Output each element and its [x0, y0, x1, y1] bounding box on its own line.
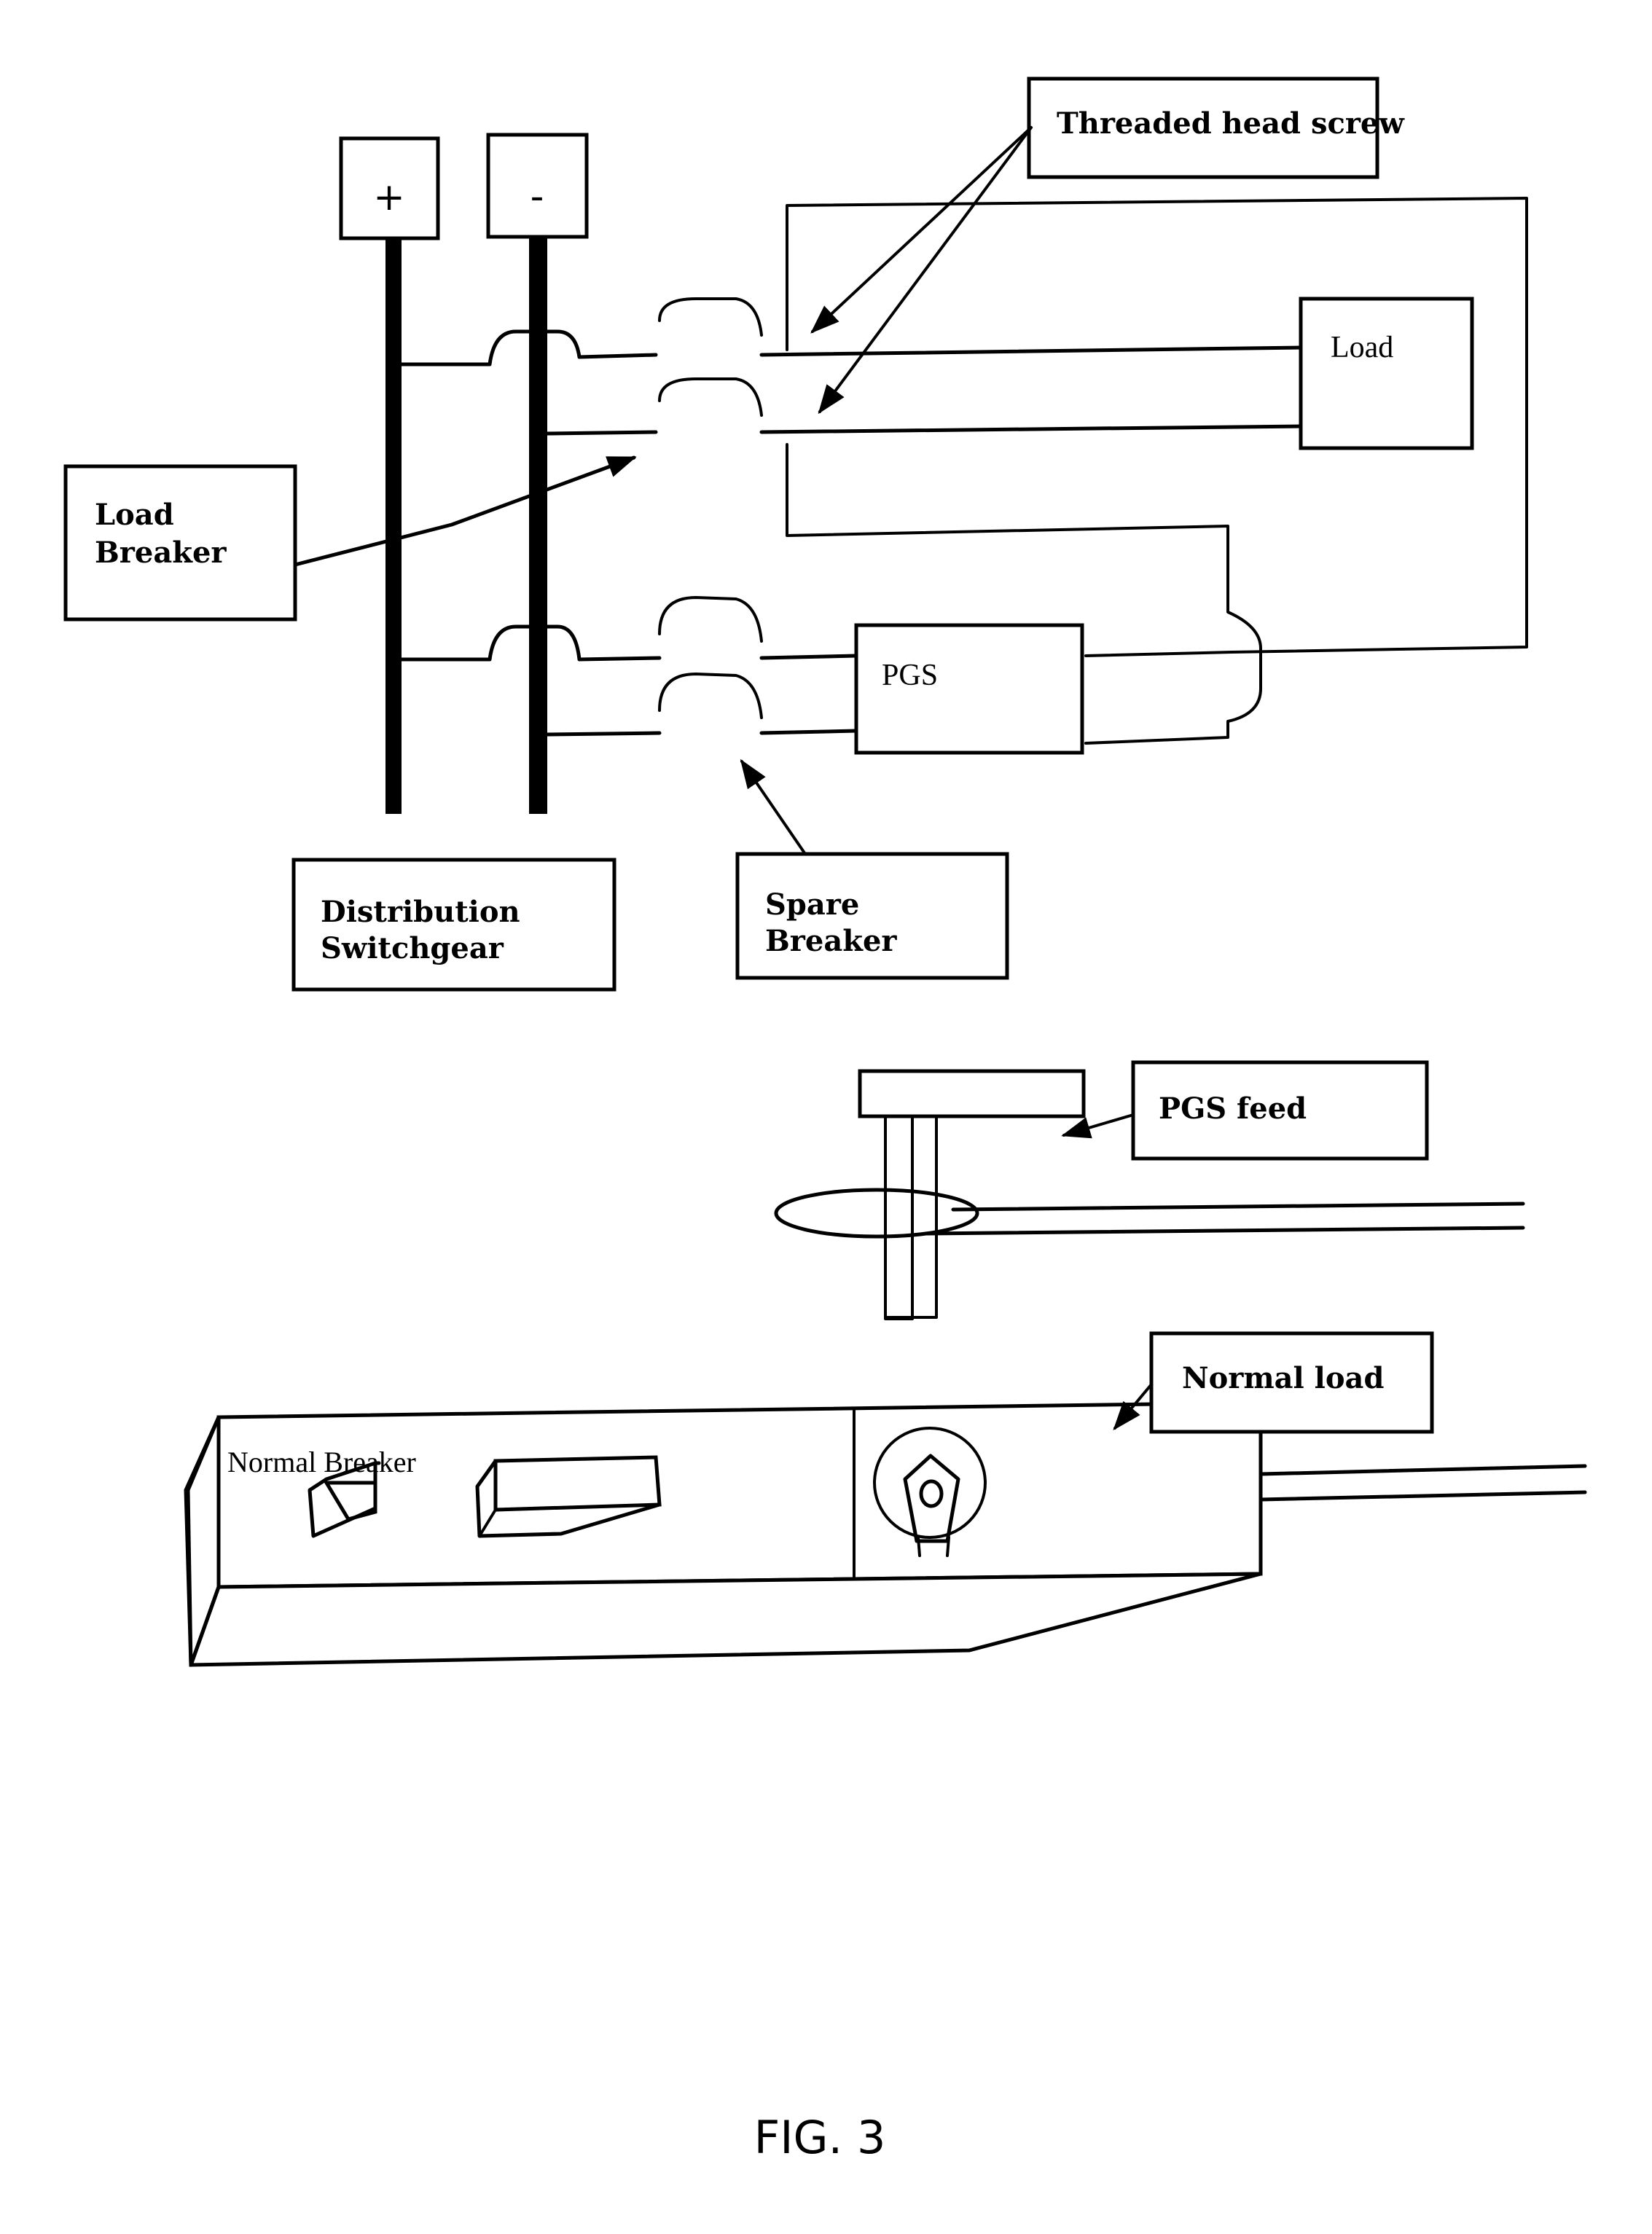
- pgs-label: PGS: [882, 659, 938, 692]
- feed-ring-terminal: [774, 1188, 979, 1239]
- spare-breaker-label-line1: Spare: [765, 887, 859, 922]
- normal-load-label: Normal load: [1182, 1361, 1384, 1395]
- load-breaker-label-line1: Load: [95, 498, 174, 532]
- load-breaker-arrow: [293, 455, 637, 567]
- load-cable-bottom: [1258, 1490, 1587, 1502]
- load-breaker-contact-2: [658, 377, 763, 417]
- distribution-switchgear-line2: Switchgear: [321, 931, 504, 965]
- load-line-positive-out: [759, 345, 1303, 357]
- figure-caption: FIG. 3: [754, 2111, 886, 2164]
- plus-symbol: +: [373, 176, 405, 219]
- feed-cable-bottom: [923, 1226, 1525, 1236]
- spare-breaker-arrow: [740, 759, 807, 855]
- load-breaker-label-line2: Breaker: [95, 536, 227, 570]
- pgs-feed-detail: PGS feed: [774, 1060, 1525, 1320]
- spare-breaker-contact-2: [658, 673, 763, 719]
- negative-terminal: -: [486, 133, 589, 814]
- spare-line-negative: [545, 731, 662, 737]
- patent-figure: + - Load PGS Threaded head screw Load Br…: [63, 77, 1587, 2164]
- positive-busbar: [385, 238, 402, 814]
- feed-cable-top: [951, 1202, 1525, 1212]
- pgs-feed-label: PGS feed: [1159, 1091, 1307, 1126]
- breaker-toggle-top: [493, 1455, 662, 1512]
- load-cable-top: [1258, 1464, 1587, 1476]
- pgs-return-line: [1084, 651, 1233, 657]
- load-line-positive: [399, 329, 658, 367]
- threaded-screw-arrow-2: [818, 126, 1033, 415]
- spare-line-positive-out: [759, 654, 858, 660]
- threaded-head-screw-label: Threaded head screw: [1057, 106, 1405, 141]
- load-box: [1299, 297, 1474, 450]
- feed-bolt-head: [858, 1069, 1086, 1118]
- spare-breaker-contact-1: [658, 596, 763, 643]
- load-line-negative: [545, 430, 658, 436]
- negative-busbar: [529, 237, 547, 814]
- minus-symbol: -: [531, 175, 544, 219]
- load-label: Load: [1331, 331, 1393, 364]
- normal-breaker-label: Normal Breaker: [227, 1446, 416, 1478]
- positive-terminal: +: [339, 136, 440, 814]
- feed-bolt-shank-outline: [884, 1115, 914, 1320]
- load-breaker-contact-1: [658, 297, 763, 337]
- normal-breaker-detail: Normal Breaker Normal load: [184, 1331, 1587, 1667]
- spare-breaker-label-line2: Breaker: [765, 924, 897, 958]
- distribution-switchgear-line1: Distribution: [321, 895, 520, 929]
- spare-line-negative-out: [759, 729, 858, 735]
- threaded-screw-arrow-1: [810, 126, 1033, 334]
- schematic: + - Load PGS Threaded head screw Load Br…: [63, 77, 1528, 992]
- load-line-negative-out: [759, 424, 1303, 434]
